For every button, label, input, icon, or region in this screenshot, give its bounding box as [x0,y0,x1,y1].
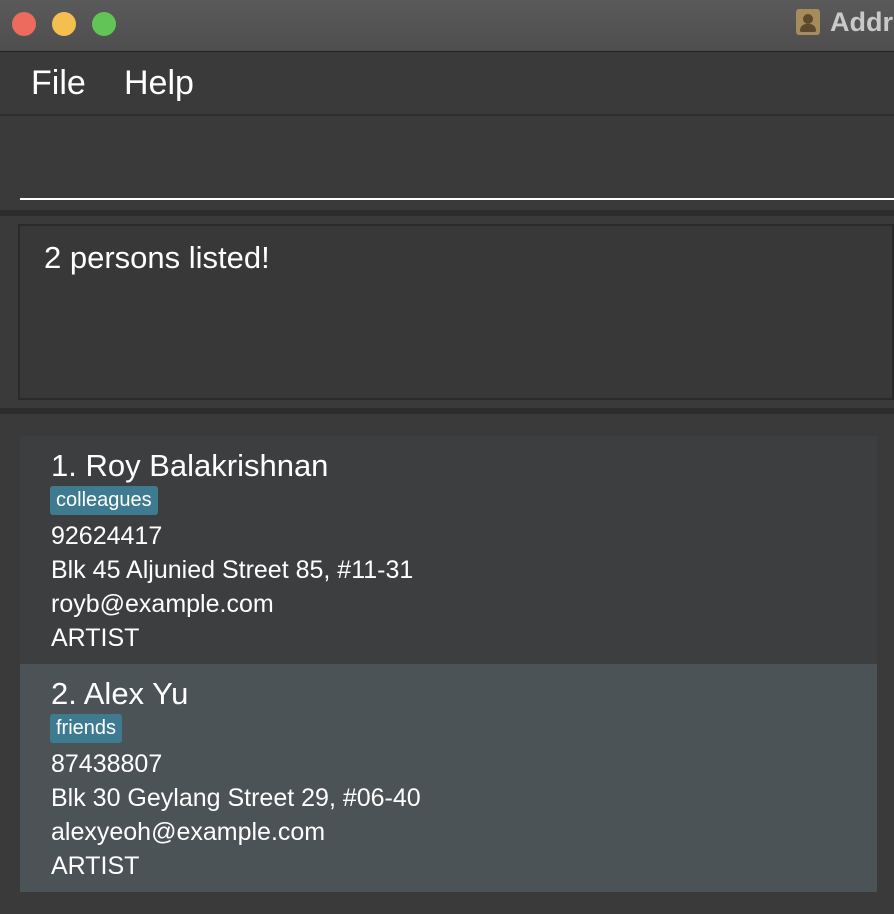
minimize-window-button[interactable] [52,12,76,36]
address-book-icon [796,9,820,35]
person-address: Blk 30 Geylang Street 29, #06-40 [51,784,421,812]
person-tag: colleagues [50,486,158,515]
result-display[interactable]: 2 persons listed! [18,224,894,400]
person-job: ARTIST [51,852,140,880]
person-job: ARTIST [51,624,140,652]
person-name: 2. Alex Yu [51,676,189,711]
person-email: alexyeoh@example.com [51,818,326,846]
app-window: Addr File Help 2 persons listed! 1. Roy … [0,0,894,914]
window-title-group: Addr [796,6,893,38]
title-bar[interactable]: Addr [0,0,894,52]
menu-file[interactable]: File [31,64,86,103]
close-window-button[interactable] [12,12,36,36]
maximize-window-button[interactable] [92,12,116,36]
window-title: Addr [830,6,893,37]
person-address: Blk 45 Aljunied Street 85, #11-31 [51,556,414,584]
person-phone: 92624417 [51,522,163,550]
command-input[interactable] [20,118,894,200]
menu-help[interactable]: Help [124,64,194,103]
person-card-selected[interactable]: 2. Alex Yu friends 87438807 Blk 30 Geyla… [20,664,877,892]
menu-bar: File Help [0,52,894,116]
person-card[interactable]: 1. Roy Balakrishnan colleagues 92624417 … [20,436,877,664]
result-display-panel: 2 persons listed! [0,216,894,408]
person-email: royb@example.com [51,590,274,618]
person-name: 1. Roy Balakrishnan [51,448,329,483]
command-box [0,118,894,212]
result-message: 2 persons listed! [44,240,270,275]
person-tag: friends [50,714,123,743]
person-list: 1. Roy Balakrishnan colleagues 92624417 … [0,414,894,914]
person-phone: 87438807 [51,750,163,778]
